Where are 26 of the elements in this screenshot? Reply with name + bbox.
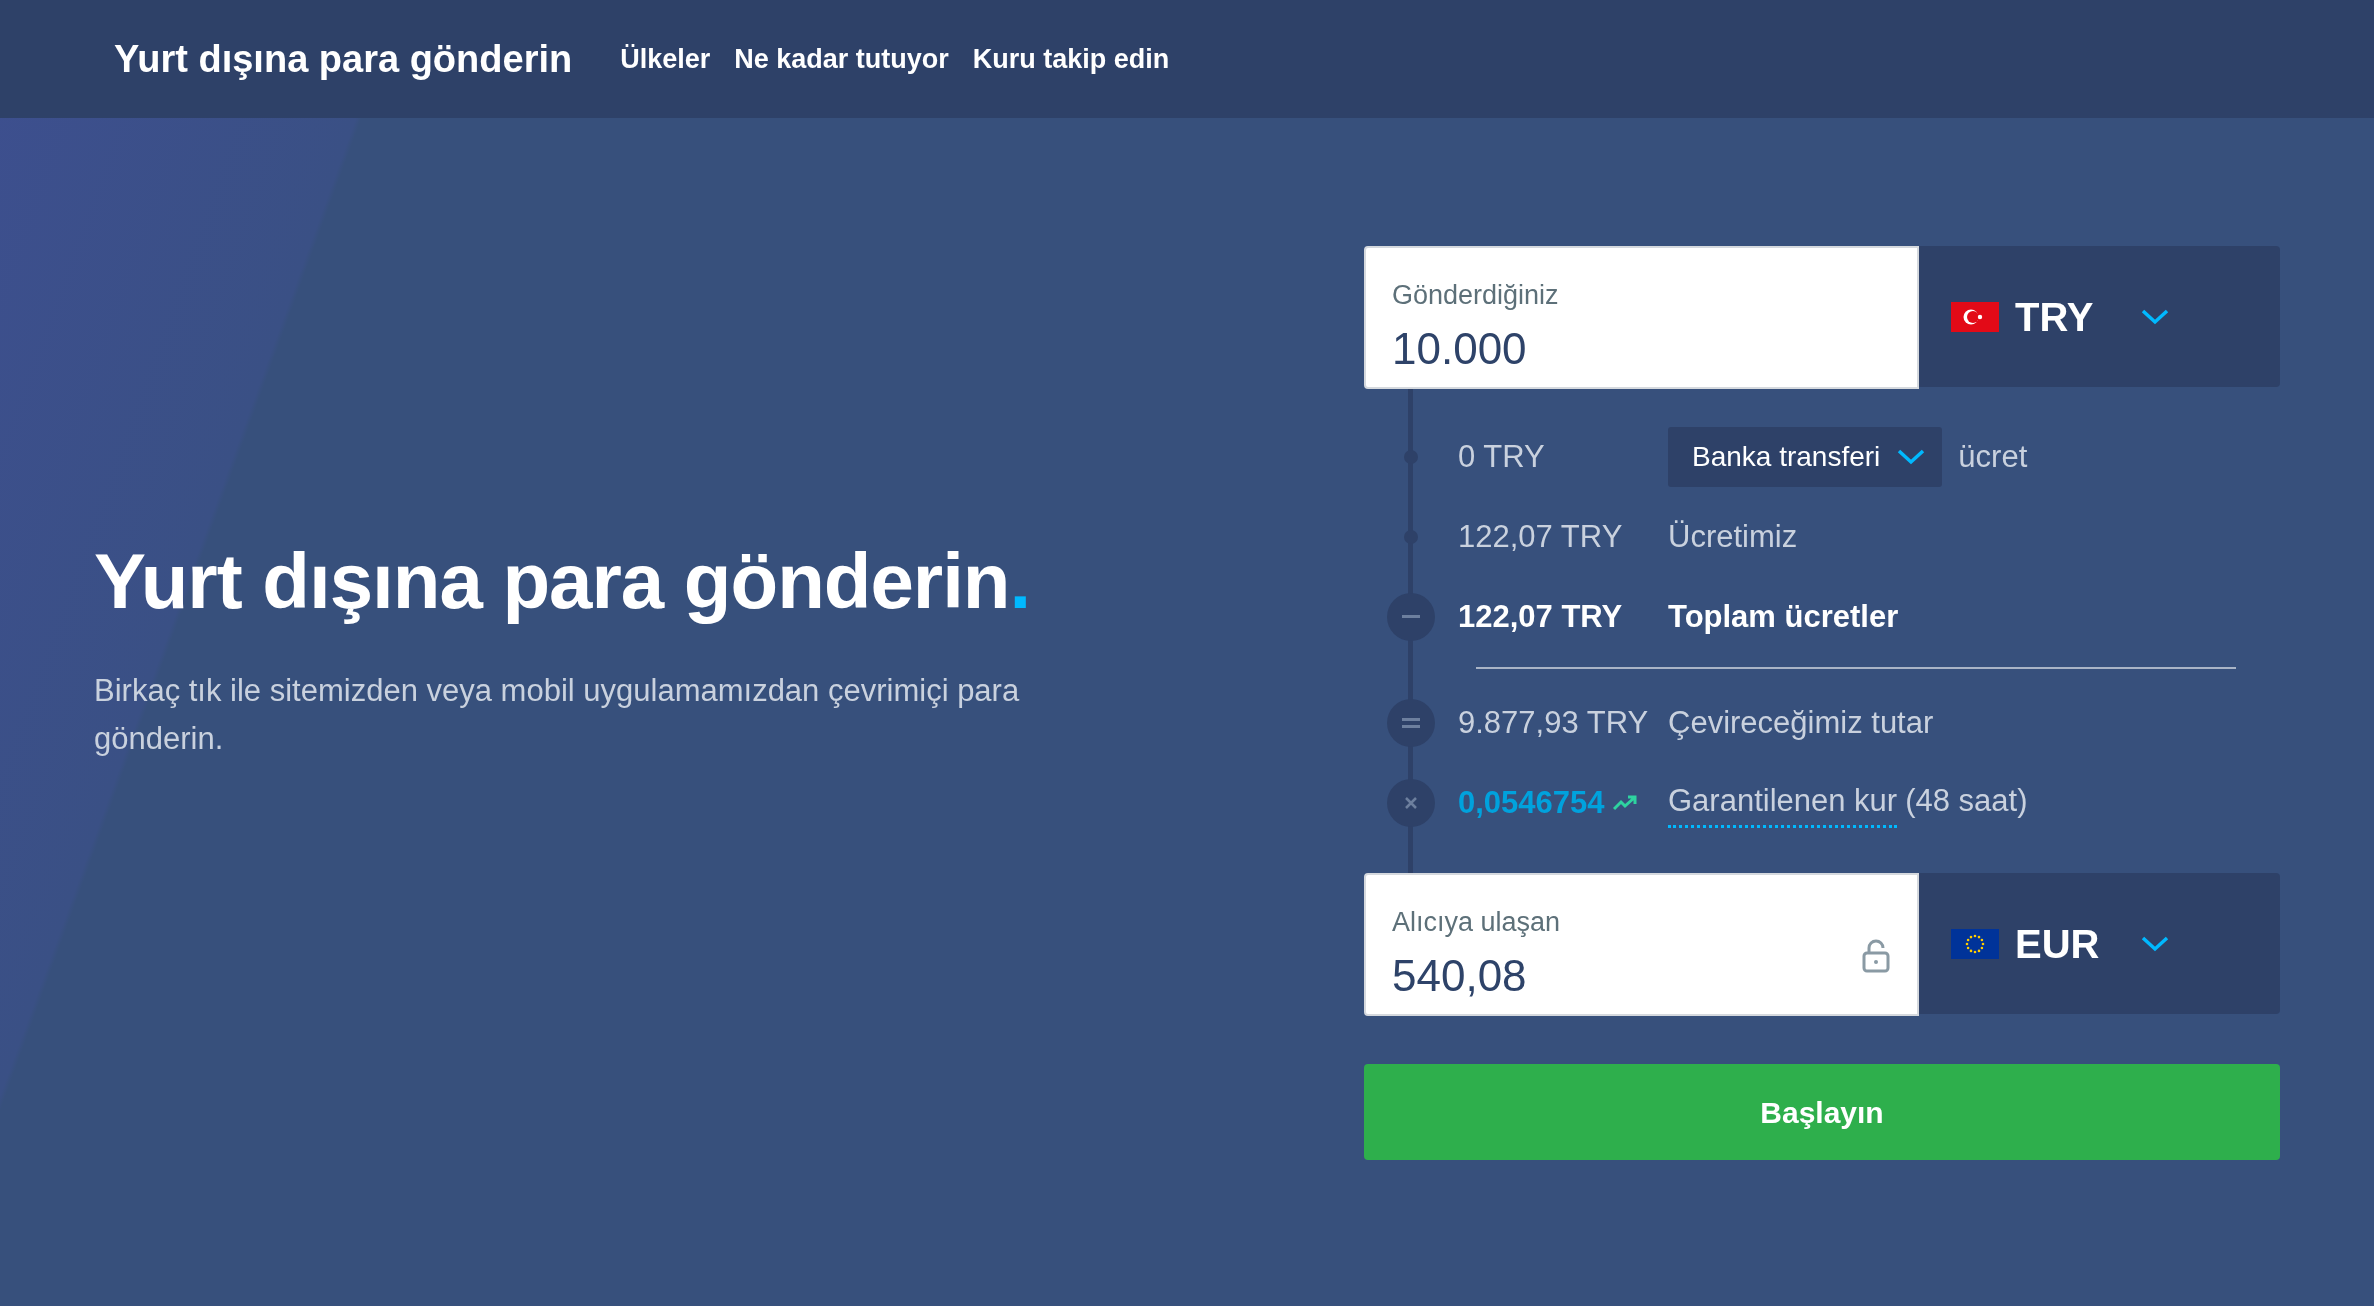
fee-amount: 0 TRY	[1458, 437, 1545, 476]
transfer-method-select[interactable]: Banka transferi	[1668, 427, 1943, 487]
fee-label: Ücretimiz	[1668, 517, 1798, 556]
site-title[interactable]: Yurt dışına para gönderin	[114, 30, 573, 88]
hero-subtitle: Birkaç tık ile sitemizden veya mobil uygulamamızdan çevrimiçi para gönderin.	[94, 671, 1021, 758]
field-label: Alıcıya ulaşan	[1392, 906, 1562, 940]
currency-select[interactable]: TRY	[1919, 246, 2280, 387]
rate-info-link[interactable]: Garantilenen kur	[1668, 778, 1898, 828]
nav-link[interactable]: Kuru takip edin	[972, 38, 1170, 80]
amount-field[interactable]: Alıcıya ulaşan 540,08	[1364, 873, 1919, 1016]
field-value[interactable]: 540,08	[1392, 942, 1812, 1009]
fee-amount: 122,07 TRY	[1458, 597, 1623, 636]
fee-amount: 9.877,93 TRY	[1458, 703, 1649, 742]
nav-link[interactable]: Ne kadar tutuyor	[734, 38, 949, 80]
field-value[interactable]: 10.000	[1392, 315, 1812, 382]
field-label: Gönderdiğiniz	[1392, 279, 1560, 313]
fee-label: Çevireceğimiz tutar	[1668, 703, 1934, 742]
rate-note: (48 saat)	[1905, 782, 2028, 821]
fee-label: ücret	[1958, 437, 2028, 476]
exchange-rate: 0,0546754	[1458, 783, 1605, 822]
nav-link[interactable]: Ülkeler	[620, 38, 711, 80]
amount-field[interactable]: Gönderdiğiniz 10.000	[1364, 246, 1919, 389]
hero-heading: Yurt dışına para gönderin.	[94, 536, 1032, 628]
fee-label: Toplam ücretler	[1668, 597, 1899, 636]
currency-select[interactable]: EUR	[1919, 873, 2280, 1014]
fee-amount: 122,07 TRY	[1458, 517, 1623, 556]
